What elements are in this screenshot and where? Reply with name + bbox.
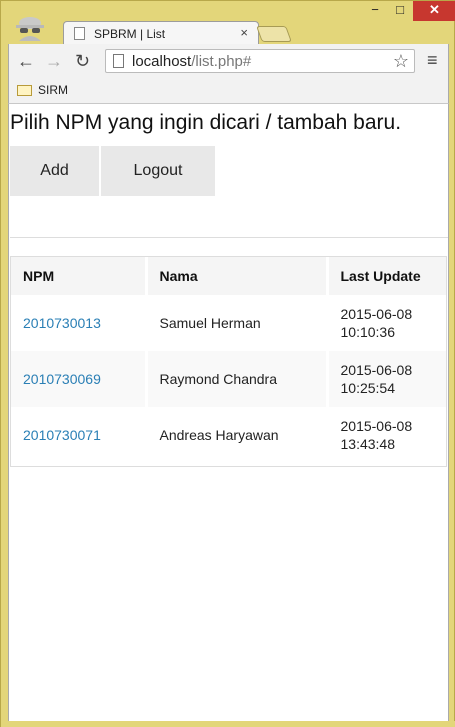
table-row: 2010730071 Andreas Haryawan 2015-06-08 13…	[11, 407, 446, 463]
update-time: 10:10:36	[340, 324, 396, 340]
url-text: localhost/list.php#	[132, 53, 251, 70]
reload-icon[interactable]: ↻	[75, 51, 90, 72]
url-host: localhost	[132, 53, 192, 70]
last-update-cell: 2015-06-08 10:25:54	[327, 351, 446, 407]
minimize-button[interactable]: −	[363, 1, 387, 21]
url-path: /list.php#	[191, 53, 252, 70]
add-button[interactable]: Add	[10, 146, 99, 196]
close-window-button[interactable]: ✕	[413, 1, 455, 21]
npm-link[interactable]: 2010730071	[11, 407, 148, 463]
update-date: 2015-06-08	[340, 362, 413, 378]
bookmarks-bar: SIRM	[8, 78, 449, 104]
header-last-update: Last Update	[340, 268, 421, 284]
npm-link[interactable]: 2010730013	[11, 295, 148, 351]
back-arrow-icon[interactable]: ←	[17, 51, 35, 72]
update-date: 2015-06-08	[340, 418, 413, 434]
address-bar[interactable]: localhost/list.php# ☆	[105, 49, 415, 73]
folder-icon	[17, 85, 32, 96]
forward-arrow-icon[interactable]: →	[45, 51, 63, 72]
header-nama: Nama	[146, 257, 329, 295]
table-row: 2010730069 Raymond Chandra 2015-06-08 10:…	[11, 351, 446, 407]
page-heading: Pilih NPM yang ingin dicari / tambah bar…	[10, 111, 402, 134]
update-date: 2015-06-08	[340, 306, 413, 322]
last-update-cell: 2015-06-08 13:43:48	[327, 407, 446, 463]
nama-cell: Samuel Herman	[146, 295, 329, 351]
npm-table: NPM Nama Last Update 2010730013 Samuel H…	[10, 256, 447, 467]
page-icon	[74, 27, 85, 40]
browser-window: SPBRM | List × − □ ✕ ← → ↻ localhost/lis…	[0, 0, 455, 727]
update-time: 10:25:54	[340, 380, 396, 396]
page-content: Pilih NPM yang ingin dicari / tambah bar…	[8, 104, 449, 721]
table-row: 2010730013 Samuel Herman 2015-06-08 10:10…	[11, 295, 446, 351]
header-npm: NPM	[11, 257, 148, 295]
new-tab-button[interactable]	[256, 26, 292, 42]
window-bottom-border	[1, 721, 455, 727]
table-header-row: NPM Nama Last Update	[11, 257, 446, 295]
last-update-cell: 2015-06-08 10:10:36	[327, 295, 446, 351]
divider	[10, 237, 448, 238]
tab-close-icon[interactable]: ×	[240, 25, 248, 40]
bookmark-sirm[interactable]: SIRM	[38, 83, 68, 97]
title-bar: SPBRM | List × − □ ✕	[1, 1, 455, 45]
tab-list[interactable]: SPBRM | List ×	[63, 21, 259, 45]
maximize-button[interactable]: □	[387, 1, 413, 21]
npm-link[interactable]: 2010730069	[11, 351, 148, 407]
page-icon	[113, 54, 124, 68]
logout-button[interactable]: Logout	[101, 146, 215, 196]
nama-cell: Andreas Haryawan	[146, 407, 329, 463]
browser-toolbar: ← → ↻ localhost/list.php# ☆ ≡	[8, 44, 449, 78]
incognito-icon	[16, 17, 44, 41]
nama-cell: Raymond Chandra	[146, 351, 329, 407]
bookmark-star-icon[interactable]: ☆	[393, 51, 409, 72]
update-time: 13:43:48	[340, 436, 396, 452]
menu-icon[interactable]: ≡	[427, 50, 438, 71]
tab-title: SPBRM | List	[94, 27, 166, 41]
